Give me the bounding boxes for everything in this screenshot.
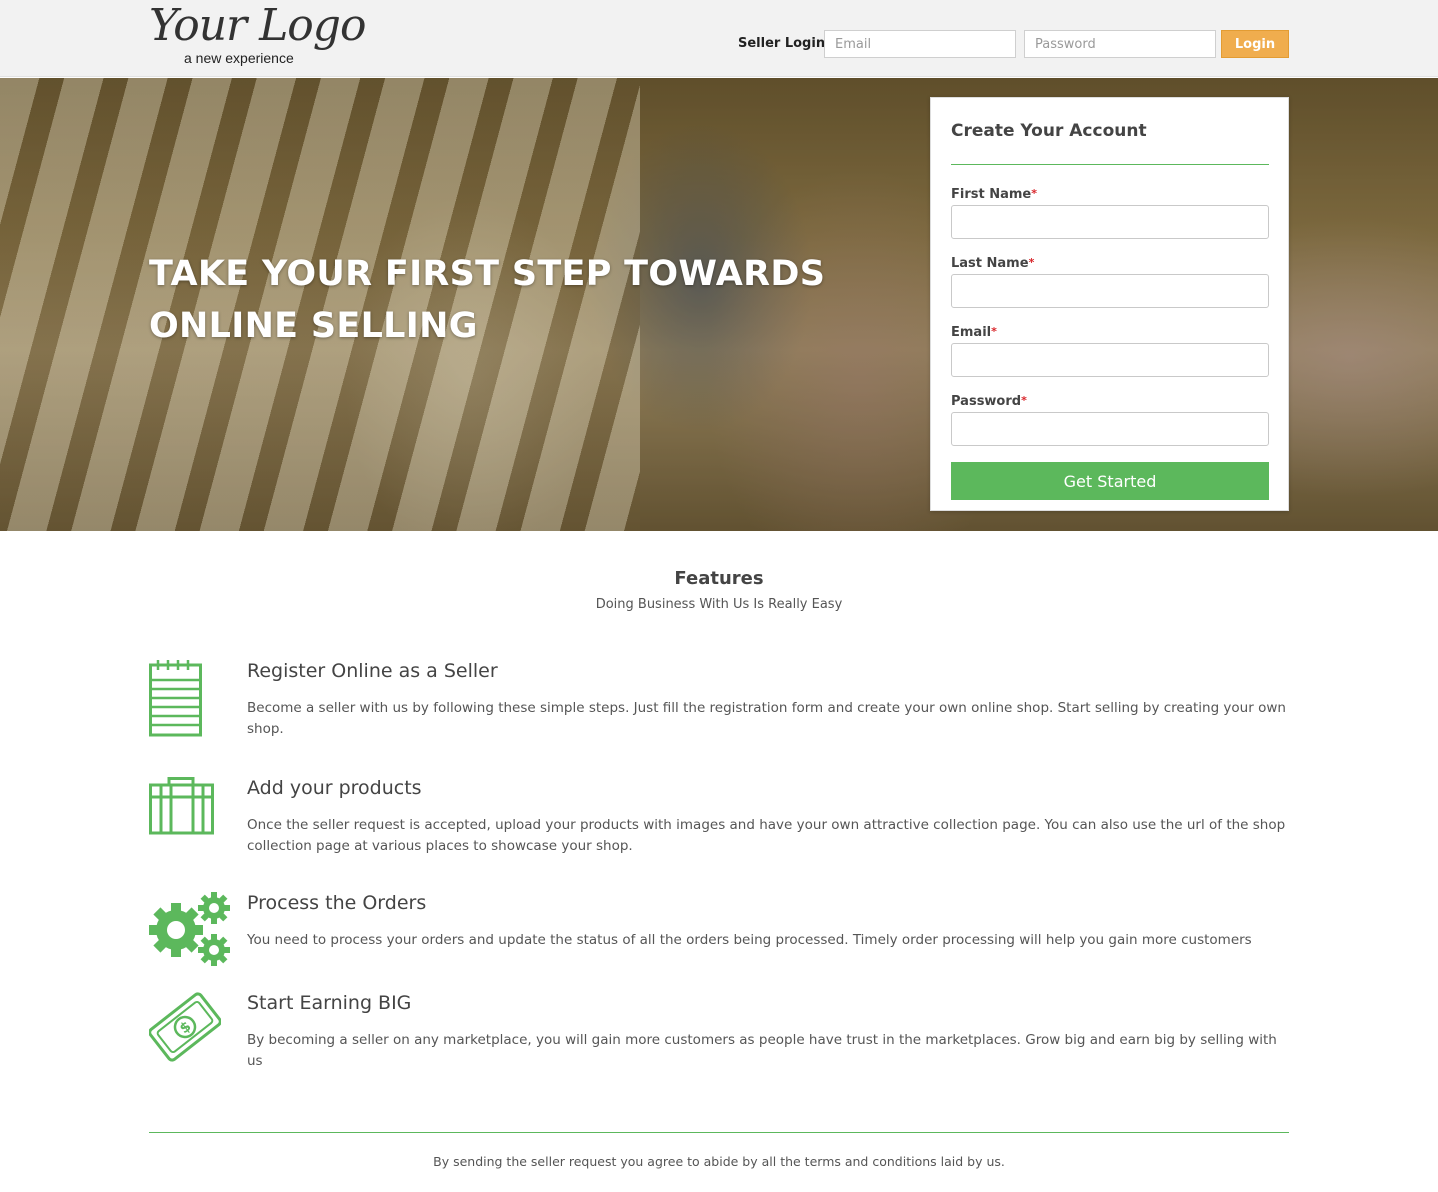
- get-started-button[interactable]: Get Started: [951, 462, 1269, 500]
- last-name-label: Last Name*: [951, 256, 1034, 271]
- seller-login-label: Seller Login: [738, 36, 826, 51]
- feature-item: Process the Orders You need to process y…: [149, 892, 1289, 972]
- feature-item: Register Online as a Seller Become a sel…: [149, 660, 1289, 750]
- hero-headline-line1: TAKE YOUR FIRST STEP TOWARDS: [149, 254, 826, 294]
- feature-description: By becoming a seller on any marketplace,…: [247, 1032, 1277, 1069]
- first-name-label-text: First Name: [951, 187, 1032, 202]
- required-asterisk: *: [1021, 394, 1027, 407]
- feature-title: Process the Orders: [247, 892, 427, 914]
- hero-headline-line2: ONLINE SELLING: [149, 306, 478, 346]
- login-email-input[interactable]: [824, 30, 1016, 58]
- required-asterisk: *: [991, 325, 997, 338]
- create-account-form: Create Your Account First Name* Last Nam…: [930, 97, 1289, 511]
- email-label-text: Email: [951, 325, 992, 340]
- email-label: Email*: [951, 325, 997, 340]
- gears-icon: [149, 892, 233, 972]
- features-subheading: Doing Business With Us Is Really Easy: [595, 597, 843, 612]
- password-label-text: Password: [951, 394, 1022, 409]
- feature-item: $ Start Earning BIG By becoming a seller…: [148, 992, 1289, 1069]
- feature-title: Start Earning BIG: [247, 992, 412, 1014]
- notepad-icon: [149, 660, 203, 742]
- password-label: Password*: [951, 394, 1027, 409]
- terms-notice: By sending the seller request you agree …: [433, 1154, 1005, 1169]
- logo-tagline: a new experience: [184, 50, 294, 66]
- feature-description: Become a seller with us by following the…: [247, 700, 1286, 737]
- site-logo[interactable]: Your Logo a new experience: [149, 0, 366, 70]
- feature-title: Add your products: [247, 777, 422, 799]
- hero-headline: TAKE YOUR FIRST STEP TOWARDS ONLINE SELL…: [149, 248, 849, 352]
- last-name-label-text: Last Name: [951, 256, 1029, 271]
- feature-item: Add your products Once the seller reques…: [149, 777, 1289, 867]
- first-name-label: First Name*: [951, 187, 1037, 202]
- top-header: Your Logo a new experience Seller Login …: [0, 0, 1438, 77]
- login-password-input[interactable]: [1024, 30, 1216, 58]
- logo-wordmark: Your Logo: [149, 0, 366, 51]
- features-heading: Features: [674, 568, 764, 589]
- required-asterisk: *: [1031, 187, 1038, 200]
- feature-title: Register Online as a Seller: [247, 660, 498, 682]
- feature-description: Once the seller request is accepted, upl…: [247, 817, 1286, 854]
- password-input[interactable]: [951, 412, 1269, 446]
- first-name-input[interactable]: [951, 205, 1269, 239]
- shopping-bag-icon: [149, 777, 215, 841]
- form-title: Create Your Account: [951, 121, 1147, 141]
- login-button[interactable]: Login: [1221, 30, 1289, 58]
- required-asterisk: *: [1028, 256, 1035, 269]
- feature-description: You need to process your orders and upda…: [247, 932, 1252, 948]
- money-bill-icon: $: [148, 992, 222, 1066]
- email-input[interactable]: [951, 343, 1269, 377]
- footer-divider: [149, 1132, 1289, 1133]
- last-name-input[interactable]: [951, 274, 1269, 308]
- form-divider: [951, 164, 1269, 165]
